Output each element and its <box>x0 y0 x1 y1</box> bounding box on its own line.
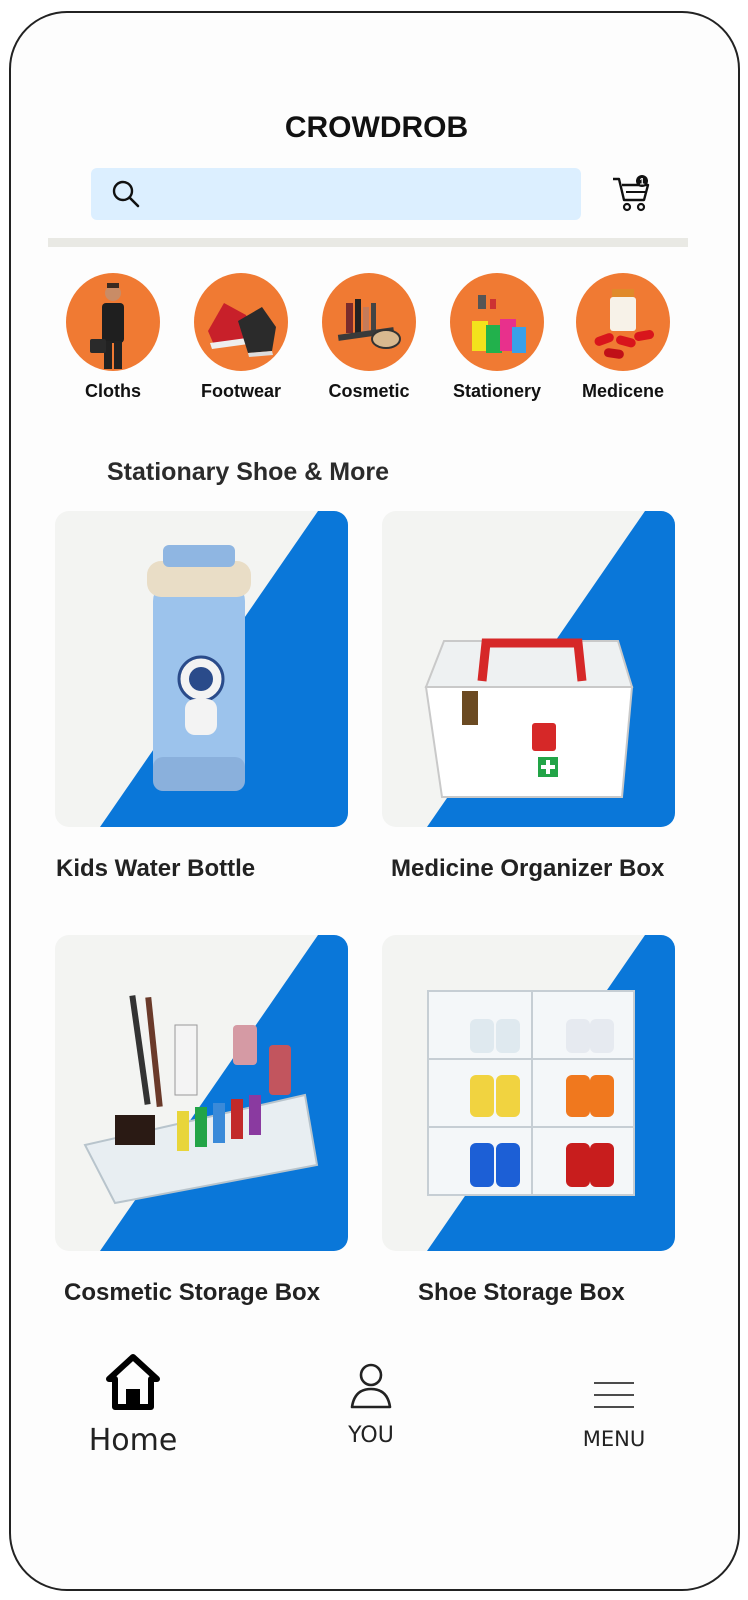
product-image <box>427 990 635 1196</box>
category-label: Footwear <box>200 381 281 401</box>
search-bar[interactable] <box>91 168 581 220</box>
user-icon <box>350 1363 392 1409</box>
product-title[interactable]: Shoe Storage Box <box>418 1279 625 1307</box>
logo-text: CROWDROB <box>284 111 469 144</box>
category-image <box>66 273 160 371</box>
product-image <box>424 638 634 798</box>
category-footwear[interactable]: Footwear <box>176 273 306 402</box>
header-divider <box>48 238 688 247</box>
category-image <box>576 273 670 371</box>
tab-label: Home <box>88 1423 178 1458</box>
category-label: Cloths <box>85 381 141 401</box>
category-label: Medicene <box>581 381 665 401</box>
search-icon <box>112 180 140 208</box>
category-row: Cloths Footwear Cosmetic Stationery Medi… <box>11 273 738 413</box>
cart-badge: 1 <box>639 177 644 187</box>
product-card-cosmetic-box[interactable] <box>55 935 348 1251</box>
tab-you[interactable]: YOU <box>291 1353 451 1448</box>
category-cosmetic[interactable]: Cosmetic <box>304 273 434 402</box>
category-medicene[interactable]: Medicene <box>558 273 688 402</box>
category-image <box>450 273 544 371</box>
category-stationery[interactable]: Stationery <box>432 273 562 402</box>
product-image <box>83 995 319 1205</box>
category-cloths[interactable]: Cloths <box>48 273 178 402</box>
product-title[interactable]: Medicine Organizer Box <box>391 855 664 883</box>
section-title: Stationary Shoe & More <box>107 458 389 486</box>
product-title[interactable]: Kids Water Bottle <box>56 855 255 883</box>
home-icon <box>106 1354 160 1410</box>
tab-menu[interactable]: MENU <box>534 1353 694 1451</box>
search-input[interactable] <box>151 168 571 220</box>
product-card-medicine-box[interactable] <box>382 511 675 827</box>
tab-label: MENU <box>582 1427 646 1451</box>
product-image <box>147 545 251 791</box>
bottom-tab-bar: Home YOU MENU <box>11 1353 738 1483</box>
cart-icon: 1 <box>613 175 650 212</box>
category-image <box>194 273 288 371</box>
product-card-water-bottle[interactable] <box>55 511 348 827</box>
tab-label: YOU <box>348 1423 394 1448</box>
brand-logo[interactable]: CROWDROB <box>11 111 738 145</box>
product-card-shoe-box[interactable] <box>382 935 675 1251</box>
tab-home[interactable]: Home <box>53 1353 213 1458</box>
phone-frame: CROWDROB 1 Cloths Footwear Cosmetic Stat… <box>9 11 740 1591</box>
category-label: Stationery <box>452 381 542 401</box>
hamburger-menu-icon <box>594 1382 634 1408</box>
category-label: Cosmetic <box>328 381 410 401</box>
product-title[interactable]: Cosmetic Storage Box <box>64 1279 320 1307</box>
category-image <box>322 273 416 371</box>
cart-button[interactable]: 1 <box>611 173 653 213</box>
